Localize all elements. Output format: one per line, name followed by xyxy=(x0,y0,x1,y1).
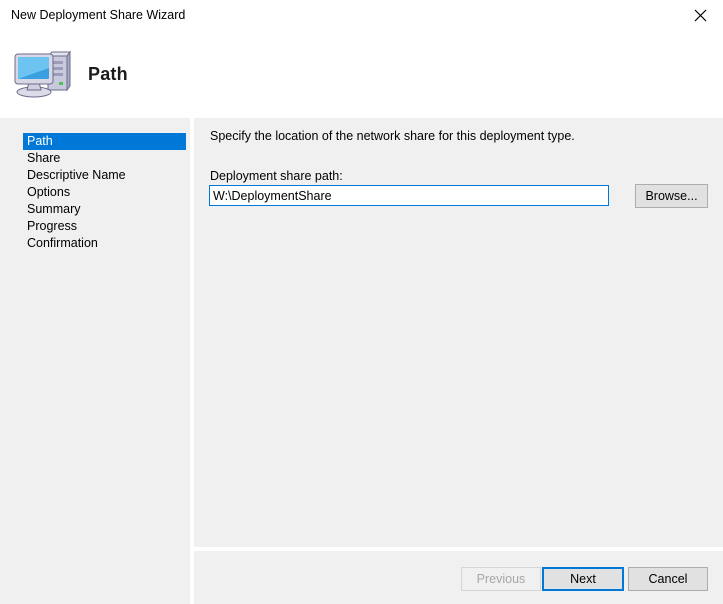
computer-icon xyxy=(12,46,74,102)
previous-button[interactable]: Previous xyxy=(461,567,541,591)
close-icon xyxy=(694,9,707,22)
next-button[interactable]: Next xyxy=(542,567,624,591)
header-banner: Path xyxy=(0,32,723,118)
title-bar: New Deployment Share Wizard xyxy=(0,0,723,32)
browse-button[interactable]: Browse... xyxy=(635,184,708,208)
wizard-step-list: Path Share Descriptive Name Options Summ… xyxy=(23,133,186,252)
sidebar-item-progress[interactable]: Progress xyxy=(23,218,186,235)
window-title: New Deployment Share Wizard xyxy=(11,8,186,22)
sidebar-item-confirmation[interactable]: Confirmation xyxy=(23,235,186,252)
deployment-share-path-input[interactable] xyxy=(209,185,609,206)
footer-panel: Previous Next Cancel xyxy=(194,551,723,604)
deployment-share-path-label: Deployment share path: xyxy=(210,169,343,183)
sidebar-item-share[interactable]: Share xyxy=(23,150,186,167)
content-panel: Specify the location of the network shar… xyxy=(194,118,723,547)
cancel-button[interactable]: Cancel xyxy=(628,567,708,591)
page-title: Path xyxy=(88,64,128,84)
sidebar-item-summary[interactable]: Summary xyxy=(23,201,186,218)
instruction-text: Specify the location of the network shar… xyxy=(210,129,575,143)
sidebar-item-path[interactable]: Path xyxy=(23,133,186,150)
close-button[interactable] xyxy=(677,0,723,30)
sidebar-item-options[interactable]: Options xyxy=(23,184,186,201)
sidebar-item-descriptive-name[interactable]: Descriptive Name xyxy=(23,167,186,184)
wizard-nav-panel: Path Share Descriptive Name Options Summ… xyxy=(0,118,190,604)
